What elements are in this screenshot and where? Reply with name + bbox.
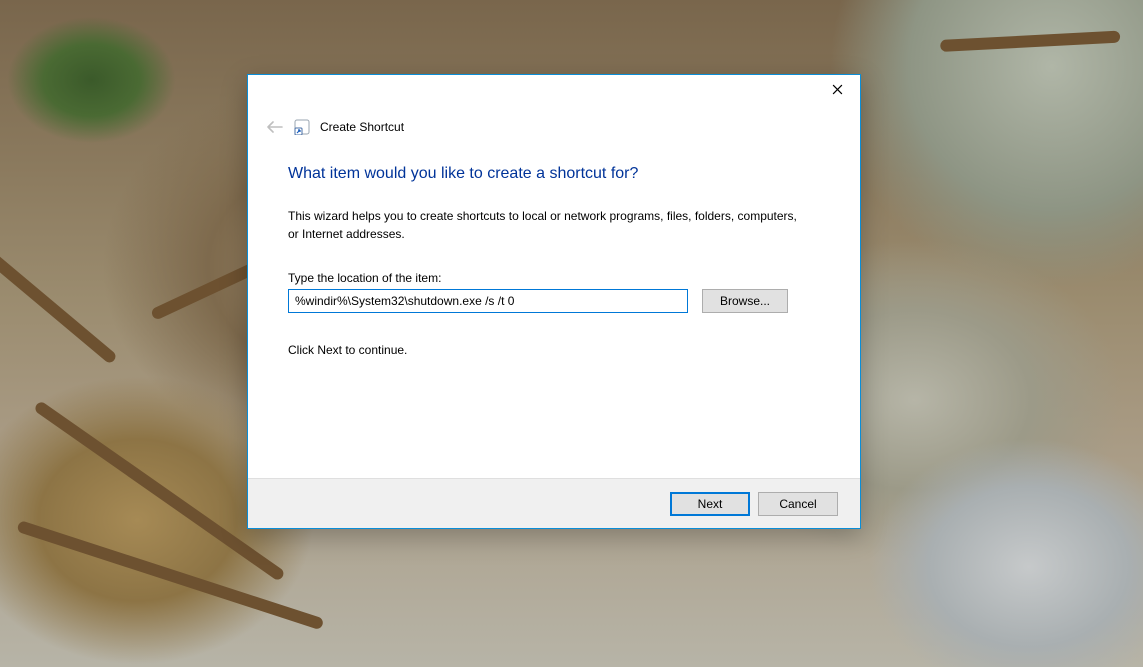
back-arrow-icon — [266, 120, 284, 134]
page-heading: What item would you like to create a sho… — [288, 165, 820, 183]
dialog-footer: Next Cancel — [248, 478, 860, 528]
background-decor — [0, 240, 118, 365]
location-row: Browse... — [288, 289, 820, 313]
desktop-background: Create Shortcut What item would you like… — [0, 0, 1143, 667]
dialog-header: Create Shortcut — [248, 107, 860, 143]
browse-button[interactable]: Browse... — [702, 289, 788, 313]
create-shortcut-dialog: Create Shortcut What item would you like… — [247, 74, 861, 529]
next-button[interactable]: Next — [670, 492, 750, 516]
close-button[interactable] — [814, 75, 860, 105]
continue-instruction: Click Next to continue. — [288, 343, 820, 357]
close-icon — [832, 83, 843, 98]
shortcut-icon — [294, 119, 310, 135]
location-input[interactable] — [288, 289, 688, 313]
wizard-description: This wizard helps you to create shortcut… — [288, 207, 808, 243]
background-decor — [940, 31, 1120, 52]
location-label: Type the location of the item: — [288, 271, 820, 285]
dialog-title: Create Shortcut — [320, 120, 404, 134]
dialog-content: What item would you like to create a sho… — [248, 143, 860, 357]
title-bar[interactable] — [248, 75, 860, 107]
cancel-button[interactable]: Cancel — [758, 492, 838, 516]
